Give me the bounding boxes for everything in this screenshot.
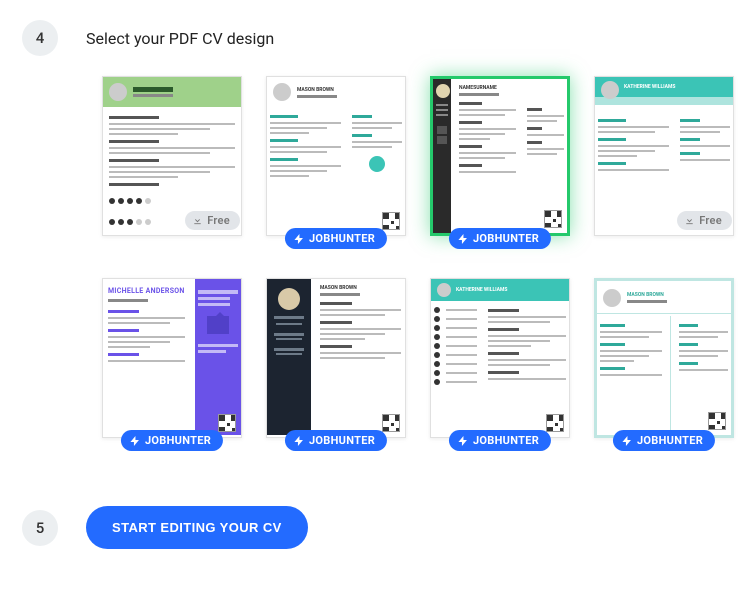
template-card-2[interactable]: MASON BROWN JOBHUNTER xyxy=(266,76,406,236)
template-card-8[interactable]: MASON BROWN JOBHUNTER xyxy=(594,278,734,438)
bolt-icon xyxy=(293,233,305,245)
badge-label: Free xyxy=(699,214,722,227)
qr-icon xyxy=(382,212,400,230)
badge-label: JOBHUNTER xyxy=(145,434,211,447)
bolt-icon xyxy=(457,435,469,447)
template-thumbnail: MASON BROWN xyxy=(594,278,734,438)
download-icon xyxy=(684,215,695,226)
step-title: Select your PDF CV design xyxy=(86,29,274,48)
step-number-badge: 5 xyxy=(22,510,58,546)
bolt-icon xyxy=(293,435,305,447)
free-badge: Free xyxy=(185,211,240,230)
badge-label: JOBHUNTER xyxy=(309,434,375,447)
jobhunter-badge: JOBHUNTER xyxy=(449,228,551,249)
jobhunter-badge: JOBHUNTER xyxy=(285,430,387,451)
start-editing-button[interactable]: START EDITING YOUR CV xyxy=(86,506,308,549)
step-5-row: 5 START EDITING YOUR CV xyxy=(0,506,745,549)
qr-icon xyxy=(708,412,726,430)
qr-icon xyxy=(546,414,564,432)
badge-label: JOBHUNTER xyxy=(473,232,539,245)
template-card-1[interactable]: Free xyxy=(102,76,242,236)
template-thumbnail: MICHELLE ANDERSON xyxy=(102,278,242,438)
badge-label: JOBHUNTER xyxy=(637,434,703,447)
free-badge: Free xyxy=(677,211,732,230)
qr-icon xyxy=(382,414,400,432)
qr-icon xyxy=(544,210,562,228)
bolt-icon xyxy=(129,435,141,447)
badge-label: Free xyxy=(207,214,230,227)
template-card-6[interactable]: MASON BROWN JOBHUNTER xyxy=(266,278,406,438)
template-thumbnail: NAMESURNAME xyxy=(430,76,570,236)
bolt-icon xyxy=(457,233,469,245)
download-icon xyxy=(192,215,203,226)
badge-label: JOBHUNTER xyxy=(473,434,539,447)
step-4-header: 4 Select your PDF CV design xyxy=(0,20,745,56)
step-number-badge: 4 xyxy=(22,20,58,56)
jobhunter-badge: JOBHUNTER xyxy=(285,228,387,249)
qr-icon xyxy=(218,414,236,432)
jobhunter-badge: JOBHUNTER xyxy=(121,430,223,451)
template-thumbnail: MASON BROWN xyxy=(266,278,406,438)
template-grid: Free MASON BROWN xyxy=(0,76,745,438)
template-card-7[interactable]: KATHERINE WILLIAMS xyxy=(430,278,570,438)
template-card-3[interactable]: NAMESURNAME JOBHUNTER xyxy=(430,76,570,236)
jobhunter-badge: JOBHUNTER xyxy=(613,430,715,451)
badge-label: JOBHUNTER xyxy=(309,232,375,245)
bolt-icon xyxy=(621,435,633,447)
template-card-4[interactable]: KATHERINE WILLIAMS Free xyxy=(594,76,734,236)
template-card-5[interactable]: MICHELLE ANDERSON xyxy=(102,278,242,438)
template-thumbnail: MASON BROWN xyxy=(266,76,406,236)
jobhunter-badge: JOBHUNTER xyxy=(449,430,551,451)
template-thumbnail: KATHERINE WILLIAMS xyxy=(430,278,570,438)
